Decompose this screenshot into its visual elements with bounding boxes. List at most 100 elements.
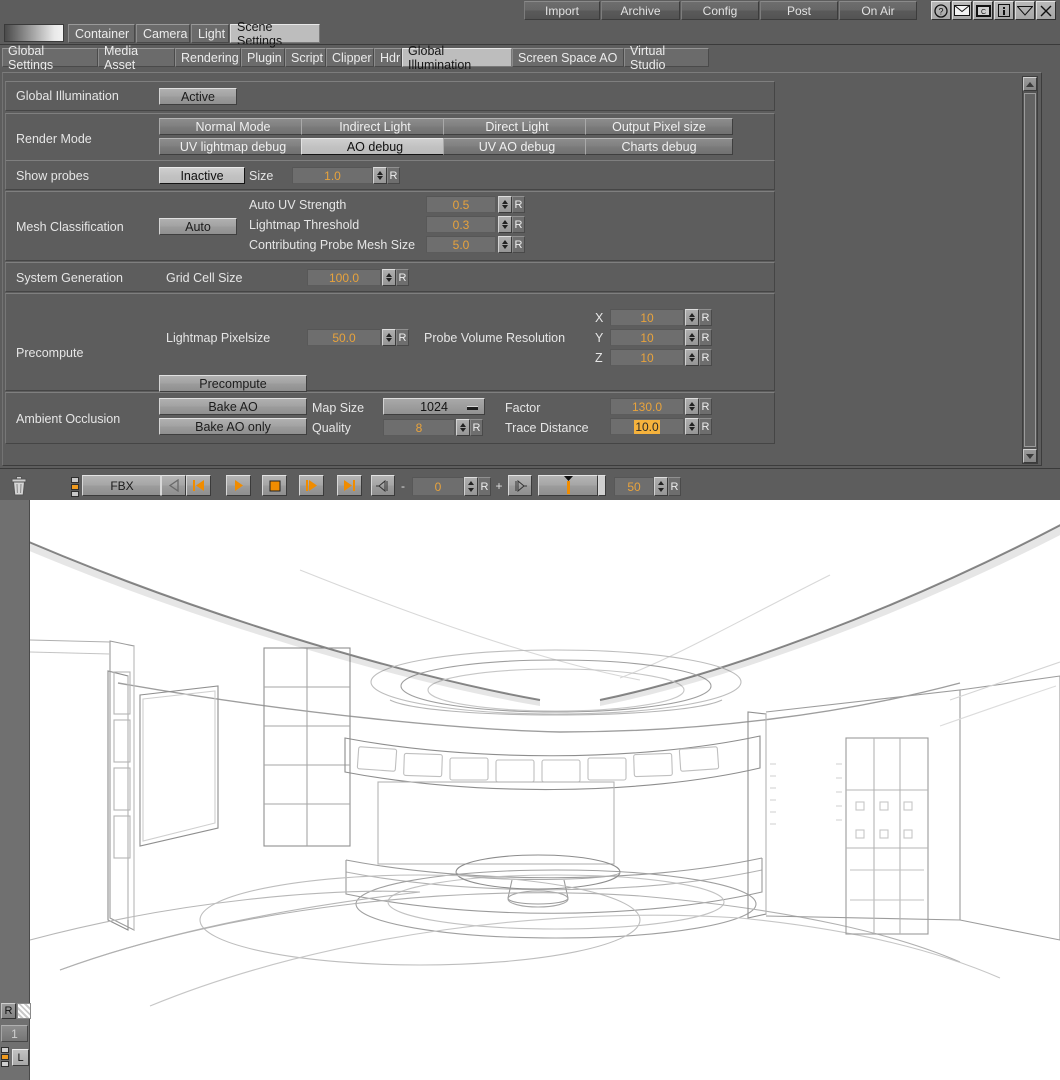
delete-icon[interactable]	[8, 474, 30, 498]
timeline-scrub-track[interactable]	[538, 475, 598, 496]
timeline-end-reset-button[interactable]: R	[668, 477, 681, 496]
subtab-global-illumination[interactable]: Global Illumination	[402, 44, 512, 72]
set-out-point-button[interactable]	[508, 475, 532, 496]
factor-spinner[interactable]	[685, 398, 699, 415]
factor-input[interactable]: 130.0	[610, 398, 684, 415]
lightmap-pixelsize-reset-button[interactable]: R	[396, 329, 409, 346]
frame-reset-button[interactable]: R	[478, 477, 491, 496]
bake-ao-button[interactable]: Bake AO	[159, 398, 307, 415]
quality-spinner[interactable]	[456, 419, 470, 436]
timeline-grip[interactable]	[598, 475, 606, 496]
render-mode-normal[interactable]: Normal Mode	[159, 118, 307, 135]
grid-cell-size-input[interactable]: 100.0	[307, 269, 381, 286]
factor-reset-button[interactable]: R	[699, 398, 712, 415]
console-icon[interactable]: C	[973, 1, 993, 20]
3d-viewport[interactable]	[0, 500, 1060, 1080]
layer-letter-button[interactable]: L	[12, 1049, 29, 1066]
frame-decrement-label[interactable]: -	[396, 475, 410, 496]
probe-res-y-reset-button[interactable]: R	[699, 329, 712, 346]
archive-button[interactable]: Archive	[601, 1, 680, 20]
hatch-pattern-icon[interactable]	[17, 1003, 31, 1019]
contributing-probe-mesh-size-reset-button[interactable]: R	[512, 236, 525, 253]
probe-res-y-input[interactable]: 10	[610, 329, 684, 346]
grid-cell-size-spinner[interactable]	[382, 269, 396, 286]
auto-uv-strength-spinner[interactable]	[498, 196, 512, 213]
probe-res-y-spinner[interactable]	[685, 329, 699, 346]
lightmap-pixelsize-input[interactable]: 50.0	[307, 329, 381, 346]
step-back-button[interactable]	[161, 475, 186, 496]
rail-reset-button[interactable]: R	[1, 1003, 16, 1019]
mail-icon[interactable]	[952, 1, 972, 20]
auto-uv-strength-input[interactable]: 0.5	[426, 196, 496, 213]
map-size-select[interactable]: 1024	[383, 398, 485, 415]
subtab-script[interactable]: Script	[285, 48, 326, 67]
tab-camera[interactable]: Camera	[136, 24, 190, 43]
quality-reset-button[interactable]: R	[470, 419, 483, 436]
probe-res-x-input[interactable]: 10	[610, 309, 684, 326]
lightmap-threshold-reset-button[interactable]: R	[512, 216, 525, 233]
info-icon[interactable]	[994, 1, 1014, 20]
subtab-rendering[interactable]: Rendering	[175, 48, 241, 67]
render-mode-uv-ao-debug[interactable]: UV AO debug	[443, 138, 591, 155]
post-button[interactable]: Post	[760, 1, 838, 20]
subtab-clipper[interactable]: Clipper	[326, 48, 374, 67]
probe-res-x-reset-button[interactable]: R	[699, 309, 712, 326]
subtab-plugin[interactable]: Plugin	[241, 48, 285, 67]
global-illumination-state-button[interactable]: Active	[159, 88, 237, 105]
show-probes-state-button[interactable]: Inactive	[159, 167, 245, 184]
frame-spinner[interactable]	[464, 477, 478, 496]
go-to-start-button[interactable]	[186, 475, 211, 496]
stop-button[interactable]	[262, 475, 287, 496]
subtab-global-settings[interactable]: Global Settings	[2, 44, 98, 72]
probe-res-z-reset-button[interactable]: R	[699, 349, 712, 366]
contributing-probe-mesh-size-input[interactable]: 5.0	[426, 236, 496, 253]
go-to-end-button[interactable]	[337, 475, 362, 496]
scroll-up-icon[interactable]	[1023, 77, 1037, 91]
tab-light[interactable]: Light	[191, 24, 229, 43]
tab-container[interactable]: Container	[68, 24, 135, 43]
lightmap-pixelsize-spinner[interactable]	[382, 329, 396, 346]
set-in-point-button[interactable]	[371, 475, 395, 496]
lightmap-threshold-spinner[interactable]	[498, 216, 512, 233]
scroll-down-icon[interactable]	[1023, 449, 1037, 463]
quality-input[interactable]: 8	[383, 419, 455, 436]
format-button[interactable]: FBX	[82, 475, 162, 496]
render-mode-direct-light[interactable]: Direct Light	[443, 118, 591, 135]
render-mode-ao-debug[interactable]: AO debug	[301, 138, 449, 155]
frame-input[interactable]: 0	[412, 477, 464, 496]
config-button[interactable]: Config	[681, 1, 759, 20]
lightmap-threshold-input[interactable]: 0.3	[426, 216, 496, 233]
subtab-media-asset[interactable]: Media Asset	[98, 44, 175, 72]
help-icon[interactable]: ?	[931, 1, 951, 20]
subtab-screen-space-ao[interactable]: Screen Space AO	[512, 48, 624, 67]
timeline-end-input[interactable]: 50	[614, 477, 654, 496]
trace-distance-spinner[interactable]	[685, 418, 699, 435]
scroll-thumb[interactable]	[1024, 93, 1036, 447]
subtab-virtual-studio[interactable]: Virtual Studio	[624, 44, 709, 72]
trace-distance-reset-button[interactable]: R	[699, 418, 712, 435]
precompute-button[interactable]: Precompute	[159, 375, 307, 392]
close-icon[interactable]	[1036, 1, 1056, 20]
play-button[interactable]	[226, 475, 251, 496]
probe-size-input[interactable]: 1.0	[292, 167, 373, 184]
probe-size-spinner[interactable]	[373, 167, 387, 184]
timeline-end-spinner[interactable]	[654, 477, 668, 496]
bake-ao-only-button[interactable]: Bake AO only	[159, 418, 307, 435]
import-button[interactable]: Import	[524, 1, 600, 20]
render-mode-output-pixel-size[interactable]: Output Pixel size	[585, 118, 733, 135]
probe-size-reset-button[interactable]: R	[387, 167, 400, 184]
play-to-end-button[interactable]	[299, 475, 324, 496]
frame-increment-label[interactable]: +	[492, 475, 506, 496]
probe-res-z-input[interactable]: 10	[610, 349, 684, 366]
panel-vertical-scrollbar[interactable]	[1022, 76, 1038, 464]
render-mode-indirect-light[interactable]: Indirect Light	[301, 118, 449, 135]
probe-res-x-spinner[interactable]	[685, 309, 699, 326]
render-mode-uv-lightmap-debug[interactable]: UV lightmap debug	[159, 138, 307, 155]
chevron-down-icon[interactable]	[1015, 1, 1035, 20]
auto-uv-strength-reset-button[interactable]: R	[512, 196, 525, 213]
tab-scene-settings[interactable]: Scene Settings	[230, 20, 320, 48]
layer-number-button[interactable]: 1	[1, 1025, 28, 1042]
trace-distance-input[interactable]: 10.0	[610, 418, 684, 435]
contributing-probe-mesh-size-spinner[interactable]	[498, 236, 512, 253]
probe-res-z-spinner[interactable]	[685, 349, 699, 366]
